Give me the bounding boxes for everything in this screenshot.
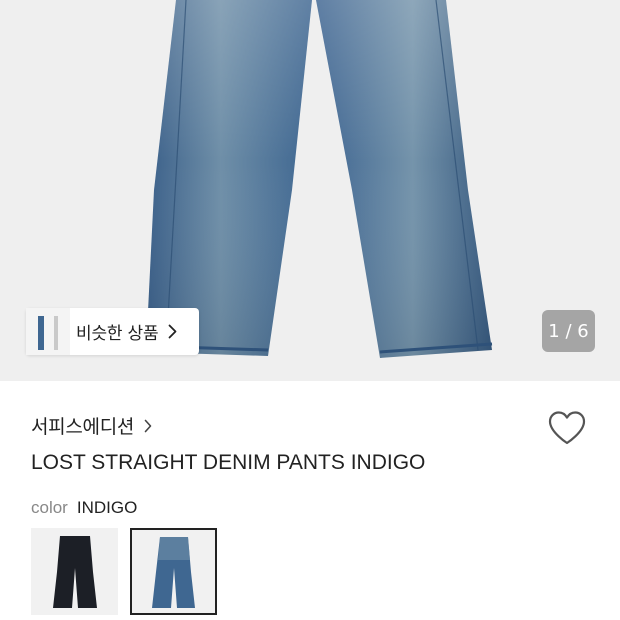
similar-products-button[interactable]: 비슷한 상품 bbox=[26, 308, 199, 355]
brand-link[interactable]: 서피스에디션 bbox=[31, 412, 152, 439]
product-image-gallery[interactable]: 비슷한 상품 1 / 6 bbox=[0, 0, 620, 381]
color-label: color bbox=[31, 498, 68, 517]
swatch-indigo[interactable] bbox=[130, 528, 217, 615]
similar-product-thumbnails bbox=[26, 308, 70, 355]
brand-name: 서피스에디션 bbox=[31, 416, 135, 438]
similar-products-label: 비슷한 상품 bbox=[76, 324, 159, 344]
color-option-row: color INDIGO bbox=[31, 498, 137, 518]
heart-icon[interactable] bbox=[547, 410, 587, 450]
swatch-black[interactable] bbox=[31, 528, 118, 615]
color-value: INDIGO bbox=[76, 498, 138, 517]
chevron-right-icon bbox=[168, 324, 177, 339]
chevron-right-icon bbox=[144, 419, 152, 433]
product-title: LOST STRAIGHT DENIM PANTS INDIGO bbox=[31, 451, 426, 474]
image-counter: 1 / 6 bbox=[542, 310, 595, 352]
